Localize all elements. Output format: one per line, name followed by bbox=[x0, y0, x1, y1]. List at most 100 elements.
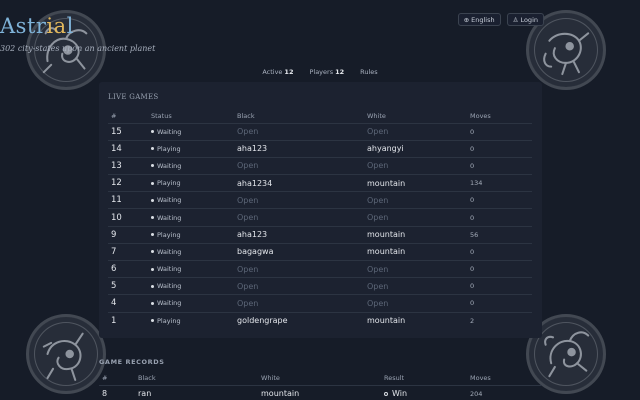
move-count: 0 bbox=[467, 139, 532, 158]
table-row[interactable]: 4 Waiting Open Open 0 bbox=[108, 294, 532, 313]
language-button[interactable]: ⊕ English bbox=[457, 13, 501, 26]
game-id: 7 bbox=[108, 242, 148, 261]
game-id: 1 bbox=[108, 311, 148, 330]
game-id: 10 bbox=[108, 208, 148, 227]
status-dot-icon bbox=[151, 301, 154, 305]
table-row[interactable]: 6 Waiting Open Open 0 bbox=[108, 259, 532, 278]
game-status: Playing bbox=[148, 225, 234, 244]
black-player[interactable]: Open bbox=[234, 122, 364, 141]
game-status: Waiting bbox=[148, 242, 234, 261]
move-count: 0 bbox=[467, 191, 532, 209]
nav-active[interactable]: Active 12 bbox=[262, 68, 293, 76]
nav-players[interactable]: Players 12 bbox=[309, 68, 344, 76]
white-player: mountain bbox=[364, 225, 467, 244]
nav-rules[interactable]: Rules bbox=[360, 68, 378, 76]
black-player: aha123 bbox=[234, 139, 364, 158]
white-player[interactable]: Open bbox=[364, 156, 467, 175]
column-header: Black bbox=[237, 111, 255, 120]
status-dot-icon bbox=[151, 181, 154, 185]
game-records-title: GAME RECORDS bbox=[99, 358, 165, 366]
white-player[interactable]: Open bbox=[364, 259, 467, 278]
column-header: White bbox=[367, 111, 386, 120]
game-id: 13 bbox=[108, 156, 148, 175]
white-player: mountain bbox=[258, 384, 381, 400]
game-status: Waiting bbox=[148, 191, 234, 209]
move-count: 0 bbox=[467, 156, 532, 175]
table-row[interactable]: 8 ran mountain Win 204 bbox=[99, 384, 542, 400]
game-status: Playing bbox=[148, 174, 234, 192]
live-games-header-row: # Status Black White Moves bbox=[108, 109, 532, 123]
game-id: 12 bbox=[108, 174, 148, 192]
black-player[interactable]: Open bbox=[234, 191, 364, 209]
live-games-panel: LIVE GAMES # Status Black White Moves 15… bbox=[99, 82, 542, 338]
game-status: Waiting bbox=[148, 208, 234, 227]
black-player[interactable]: Open bbox=[234, 208, 364, 227]
table-row[interactable]: 5 Waiting Open Open 0 bbox=[108, 277, 532, 295]
table-row[interactable]: 10 Waiting Open Open 0 bbox=[108, 208, 532, 227]
white-player: ahyangyi bbox=[364, 139, 467, 158]
game-id: 11 bbox=[108, 191, 148, 209]
status-dot-icon bbox=[151, 284, 154, 288]
status-dot-icon bbox=[151, 233, 154, 237]
table-row[interactable]: 1 Playing goldengrape mountain 2 bbox=[108, 311, 532, 330]
status-dot-icon bbox=[151, 216, 154, 220]
black-player: goldengrape bbox=[234, 311, 364, 330]
live-games-title: LIVE GAMES bbox=[108, 93, 159, 101]
status-dot-icon bbox=[151, 147, 154, 151]
white-player[interactable]: Open bbox=[364, 191, 467, 209]
table-row[interactable]: 14 Playing aha123 ahyangyi 0 bbox=[108, 139, 532, 158]
move-count: 2 bbox=[467, 311, 532, 330]
game-status: Waiting bbox=[148, 294, 234, 313]
white-player: mountain bbox=[364, 242, 467, 261]
white-player[interactable]: Open bbox=[364, 294, 467, 313]
status-dot-icon bbox=[151, 130, 154, 134]
white-player[interactable]: Open bbox=[364, 208, 467, 227]
column-header: White bbox=[261, 373, 280, 382]
column-header: Result bbox=[384, 373, 405, 382]
result-ring-icon bbox=[384, 391, 388, 396]
status-dot-icon bbox=[151, 198, 154, 202]
black-player[interactable]: Open bbox=[234, 259, 364, 278]
table-row[interactable]: 12 Playing aha1234 mountain 134 bbox=[108, 174, 532, 192]
game-status: Playing bbox=[148, 311, 234, 330]
language-button-label: English bbox=[471, 15, 495, 24]
white-player: mountain bbox=[364, 174, 467, 192]
move-count: 0 bbox=[467, 122, 532, 141]
game-id: 4 bbox=[108, 294, 148, 313]
globe-icon: ⊕ bbox=[463, 15, 470, 24]
status-dot-icon bbox=[151, 267, 154, 271]
table-row[interactable]: 15 Waiting Open Open 0 bbox=[108, 122, 532, 141]
move-count: 0 bbox=[467, 294, 532, 313]
login-button[interactable]: ♙ Login bbox=[506, 13, 544, 26]
column-header: Moves bbox=[470, 373, 491, 382]
white-player: mountain bbox=[364, 311, 467, 330]
move-count: 0 bbox=[467, 208, 532, 227]
game-status: Waiting bbox=[148, 259, 234, 278]
white-player[interactable]: Open bbox=[364, 277, 467, 295]
column-header: # bbox=[111, 111, 117, 120]
tiger-emblem-icon bbox=[26, 314, 106, 394]
record-id: 8 bbox=[99, 384, 135, 400]
game-status: Waiting bbox=[148, 122, 234, 141]
table-row[interactable]: 7 Waiting bagagwa mountain 0 bbox=[108, 242, 532, 261]
move-count: 0 bbox=[467, 259, 532, 278]
black-player[interactable]: Open bbox=[234, 277, 364, 295]
game-status: Waiting bbox=[148, 277, 234, 295]
move-count: 204 bbox=[467, 384, 542, 400]
table-row[interactable]: 9 Playing aha123 mountain 56 bbox=[108, 225, 532, 244]
white-player[interactable]: Open bbox=[364, 122, 467, 141]
game-id: 9 bbox=[108, 225, 148, 244]
table-row[interactable]: 11 Waiting Open Open 0 bbox=[108, 191, 532, 209]
move-count: 134 bbox=[467, 174, 532, 192]
game-status: Waiting bbox=[148, 156, 234, 175]
table-row[interactable]: 13 Waiting Open Open 0 bbox=[108, 156, 532, 175]
live-games-table: # Status Black White Moves 15 Waiting Open… bbox=[108, 109, 532, 330]
black-player[interactable]: Open bbox=[234, 294, 364, 313]
login-button-label: Login bbox=[520, 15, 538, 24]
column-header: Moves bbox=[470, 111, 491, 120]
black-player[interactable]: Open bbox=[234, 156, 364, 175]
status-dot-icon bbox=[151, 164, 154, 168]
status-dot-icon bbox=[151, 250, 154, 254]
game-id: 15 bbox=[108, 122, 148, 141]
game-status: Playing bbox=[148, 139, 234, 158]
